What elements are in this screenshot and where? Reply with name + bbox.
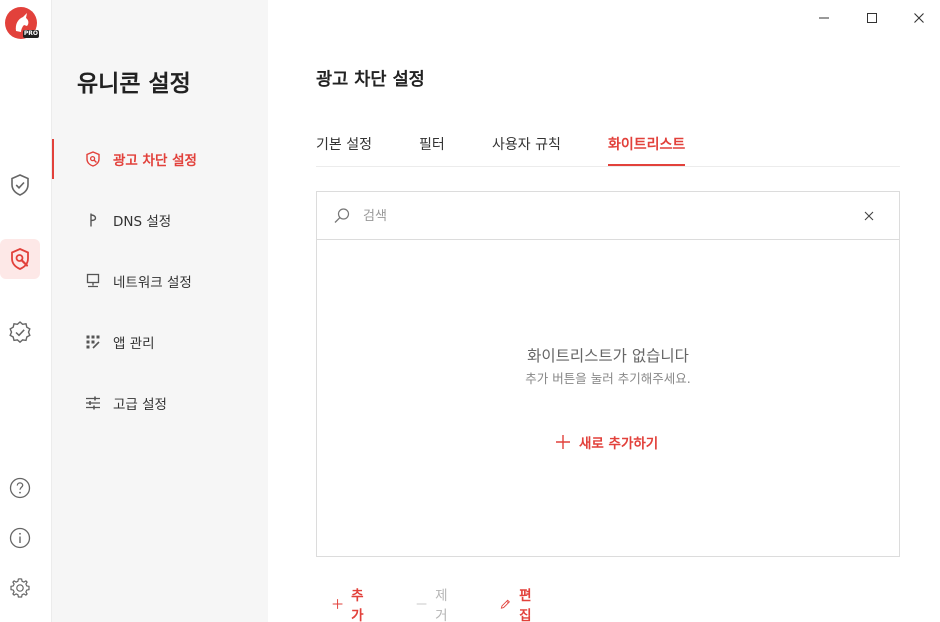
- rail-settings-button[interactable]: [0, 568, 40, 608]
- tab-whitelist[interactable]: 화이트리스트: [608, 134, 686, 166]
- sidebar-title: 유니콘 설정: [77, 71, 191, 97]
- shield-wrench-icon: [11, 248, 29, 270]
- plus-icon: [556, 435, 570, 449]
- maximize-button[interactable]: [860, 8, 884, 28]
- sidebar-item-advanced[interactable]: 고급 설정: [52, 383, 268, 423]
- remove-button[interactable]: 제거: [416, 584, 452, 622]
- badge-check-icon: [9, 321, 31, 344]
- page-title: 광고 차단 설정: [316, 70, 425, 90]
- dns-icon: [85, 212, 101, 228]
- add-label: 추가: [351, 588, 364, 622]
- maximize-icon: [867, 13, 877, 23]
- sidebar-item-dns[interactable]: DNS 설정: [52, 200, 268, 240]
- tab-bar: 기본 설정 필터 사용자 규칙 화이트리스트: [316, 124, 900, 167]
- search-input[interactable]: [363, 204, 843, 228]
- add-button[interactable]: 추가: [332, 584, 368, 622]
- edit-button[interactable]: 편집: [500, 584, 536, 622]
- tab-user-rules[interactable]: 사용자 규칙: [492, 134, 561, 154]
- rail-adblock-button[interactable]: [0, 239, 40, 279]
- rail-info-button[interactable]: [0, 518, 40, 558]
- rail-help-button[interactable]: [0, 468, 40, 508]
- sidebar-item-apps[interactable]: 앱 관리: [52, 322, 268, 362]
- minimize-button[interactable]: [812, 8, 836, 28]
- close-window-button[interactable]: [907, 8, 931, 28]
- pro-badge: PRO: [22, 30, 39, 38]
- plus-icon: [332, 599, 343, 609]
- sidebar-item-adblock[interactable]: 광고 차단 설정: [52, 139, 268, 179]
- empty-state-subtitle: 추가 버튼을 눌러 추기해주세요.: [525, 371, 691, 386]
- tab-filter[interactable]: 필터: [419, 134, 445, 154]
- add-new-label: 새로 추가하기: [579, 436, 659, 452]
- tab-basic[interactable]: 기본 설정: [316, 134, 372, 154]
- empty-state-title: 화이트리스트가 없습니다: [527, 347, 689, 365]
- gear-icon: [10, 578, 30, 598]
- whitelist-panel: 화이트리스트가 없습니다 추가 버튼을 눌러 추기해주세요. 새로 추가하기: [316, 191, 900, 557]
- settings-sidebar: 유니콘 설정 광고 차단 설정 DNS 설정 네트워크 설정 앱 관리 고급 설…: [52, 0, 268, 622]
- sidebar-item-network[interactable]: 네트워크 설정: [52, 261, 268, 301]
- shield-icon: [85, 151, 101, 167]
- apps-icon: [85, 334, 101, 350]
- sidebar-item-label: 네트워크 설정: [113, 275, 192, 291]
- rail-protection-button[interactable]: [0, 165, 40, 205]
- network-icon: [85, 273, 101, 289]
- minus-icon: [416, 603, 427, 605]
- minimize-icon: [819, 17, 829, 19]
- edit-label: 편집: [519, 588, 532, 622]
- search-icon: [334, 208, 350, 223]
- rail-verified-button[interactable]: [0, 313, 40, 353]
- close-icon: [914, 13, 924, 23]
- help-icon: [9, 477, 31, 499]
- pencil-icon: [500, 599, 510, 609]
- app-logo: PRO: [5, 7, 39, 39]
- remove-label: 제거: [435, 588, 448, 622]
- shield-check-icon: [11, 174, 29, 196]
- icon-rail: PRO: [0, 0, 52, 622]
- sidebar-item-label: 앱 관리: [113, 336, 155, 352]
- info-icon: [9, 527, 31, 549]
- sidebar-item-label: DNS 설정: [113, 214, 172, 230]
- sidebar-item-label: 광고 차단 설정: [113, 153, 197, 169]
- search-bar: [317, 192, 899, 240]
- sliders-icon: [85, 395, 101, 411]
- clear-search-icon[interactable]: [863, 210, 875, 222]
- add-new-button[interactable]: 새로 추가하기: [555, 432, 658, 452]
- sidebar-item-label: 고급 설정: [113, 397, 167, 413]
- app-window: PRO 유니콘 설정 광고 차단 설정 DNS 설정 네트워크 설정 앱 관리 …: [0, 0, 940, 622]
